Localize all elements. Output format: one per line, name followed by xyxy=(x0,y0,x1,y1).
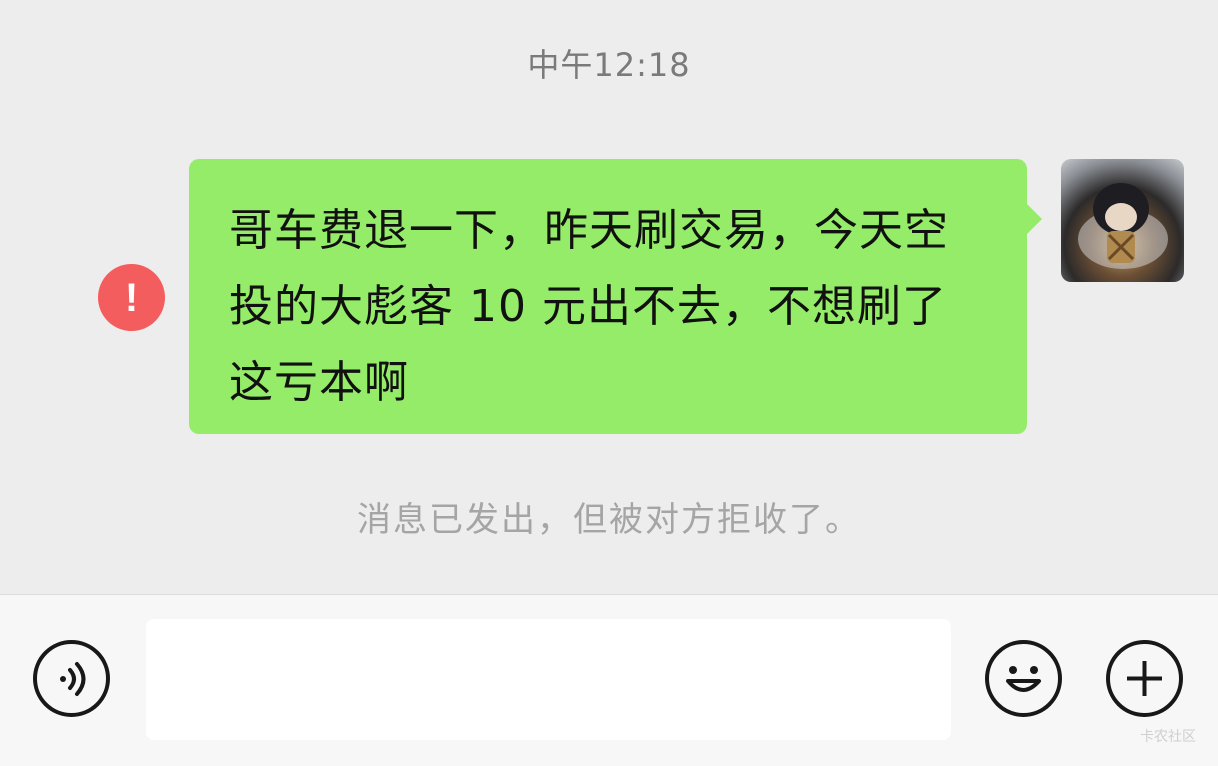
watermark: 卡农社区 xyxy=(1140,729,1196,745)
chat-area: 中午12:18 ! 哥车费退一下，昨天刷交易，今天空投的大彪客 10 元出不去，… xyxy=(0,0,1218,594)
message-bubble[interactable]: 哥车费退一下，昨天刷交易，今天空投的大彪客 10 元出不去，不想刷了这亏本啊 xyxy=(189,159,1042,434)
message-timestamp: 中午12:18 xyxy=(527,46,691,84)
input-bar: 卡农社区 xyxy=(0,594,1218,766)
emoji-icon[interactable] xyxy=(985,640,1062,717)
plus-icon[interactable] xyxy=(1106,640,1183,717)
rejection-notice: 消息已发出，但被对方拒收了。 xyxy=(357,500,861,540)
message-input[interactable] xyxy=(146,619,951,740)
exclamation-mark: ! xyxy=(124,275,139,320)
message-text: 哥车费退一下，昨天刷交易，今天空投的大彪客 10 元出不去，不想刷了这亏本啊 xyxy=(229,205,949,408)
exclamation-icon[interactable]: ! xyxy=(98,264,165,331)
voice-icon[interactable] xyxy=(33,640,110,717)
avatar[interactable] xyxy=(1061,159,1184,282)
